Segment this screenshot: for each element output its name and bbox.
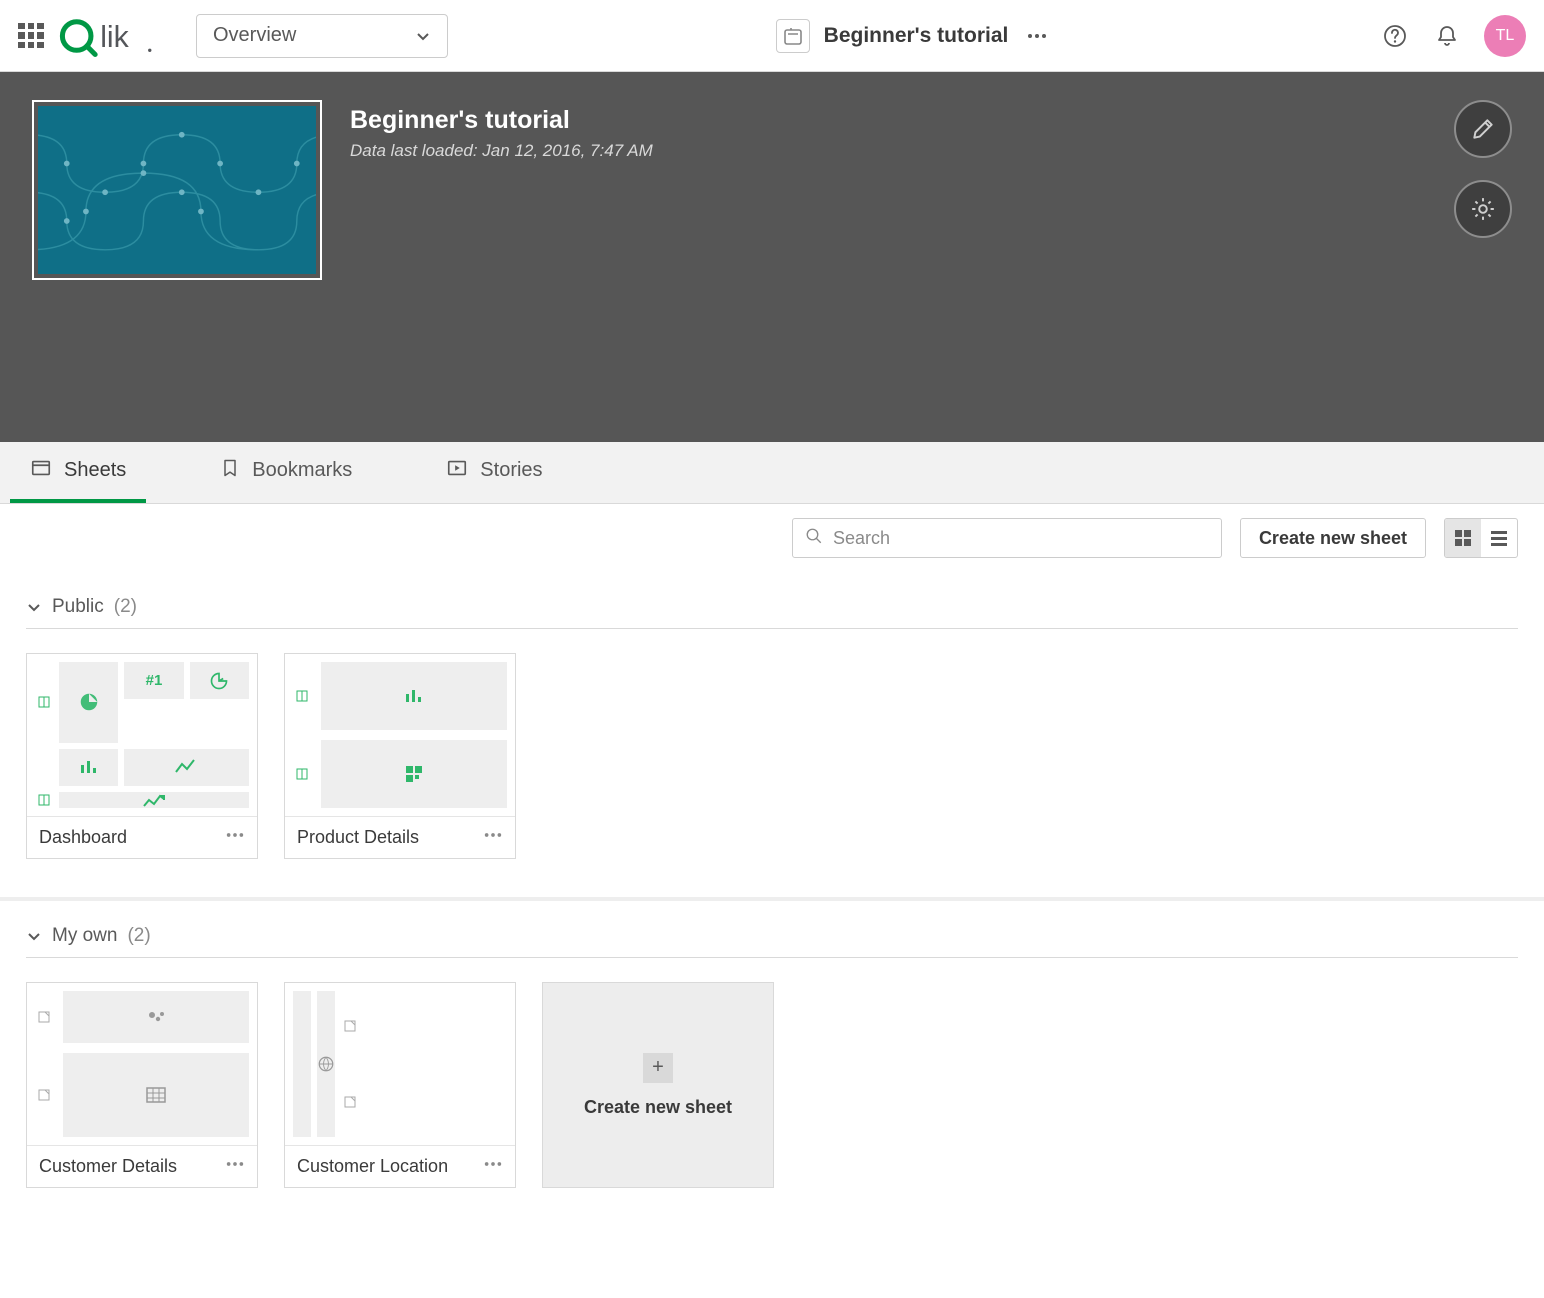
- view-toggle: [1444, 518, 1518, 558]
- app-title: Beginner's tutorial: [824, 24, 1009, 48]
- hero-info: Beginner's tutorial Data last loaded: Ja…: [350, 100, 653, 414]
- topbar-center: Beginner's tutorial: [462, 19, 1366, 53]
- view-selector[interactable]: Overview: [196, 14, 448, 58]
- svg-text:lik: lik: [100, 20, 129, 53]
- card-footer: Customer Details: [27, 1145, 257, 1187]
- chevron-down-icon: [26, 928, 42, 944]
- section-count: (2): [127, 925, 150, 947]
- section-myown-header[interactable]: My own (2): [26, 901, 1518, 958]
- settings-button[interactable]: [1454, 180, 1512, 238]
- card-footer: Customer Location: [285, 1145, 515, 1187]
- card-preview: [27, 983, 257, 1145]
- myown-cards: Customer Details Customer Location: [26, 958, 1518, 1226]
- section-label: Public: [52, 596, 104, 618]
- tab-label: Bookmarks: [252, 459, 352, 482]
- hero-actions: [1454, 100, 1512, 238]
- list-view-button[interactable]: [1481, 519, 1517, 557]
- edit-button[interactable]: [1454, 100, 1512, 158]
- help-icon[interactable]: [1380, 21, 1410, 51]
- tab-label: Sheets: [64, 459, 126, 482]
- avatar[interactable]: TL: [1484, 15, 1526, 57]
- tab-stories[interactable]: Stories: [426, 442, 562, 503]
- sheets-toolbar: Create new sheet: [0, 504, 1544, 572]
- section-public-header[interactable]: Public (2): [26, 572, 1518, 629]
- card-menu-button[interactable]: [225, 825, 245, 850]
- bookmark-icon: [220, 457, 240, 485]
- sheets-icon: [30, 457, 52, 485]
- card-title: Customer Details: [39, 1156, 177, 1177]
- more-actions-button[interactable]: [1022, 21, 1052, 51]
- tab-sheets[interactable]: Sheets: [10, 442, 146, 503]
- hero-title: Beginner's tutorial: [350, 106, 653, 135]
- view-selector-label: Overview: [213, 24, 296, 47]
- app-indicator-icon[interactable]: [776, 19, 810, 53]
- chevron-down-icon: [415, 28, 431, 44]
- topbar-right: TL: [1380, 15, 1526, 57]
- card-preview: #1: [27, 654, 257, 816]
- sheet-card-customer-details[interactable]: Customer Details: [26, 982, 258, 1188]
- card-title: Product Details: [297, 827, 419, 848]
- qlik-logo[interactable]: lik: [58, 15, 176, 57]
- create-sheet-button[interactable]: Create new sheet: [1240, 518, 1426, 558]
- card-menu-button[interactable]: [483, 1154, 503, 1179]
- avatar-initials: TL: [1496, 27, 1515, 45]
- grid-view-button[interactable]: [1445, 519, 1481, 557]
- card-menu-button[interactable]: [483, 825, 503, 850]
- app-thumbnail[interactable]: [32, 100, 322, 280]
- notifications-icon[interactable]: [1432, 21, 1462, 51]
- content-area: Public (2) #1 Dashboard: [0, 572, 1544, 1226]
- plus-icon: +: [643, 1053, 673, 1083]
- section-label: My own: [52, 925, 117, 947]
- card-footer: Dashboard: [27, 816, 257, 858]
- create-sheet-card[interactable]: + Create new sheet: [542, 982, 774, 1188]
- card-title: Dashboard: [39, 827, 127, 848]
- hero-subtitle: Data last loaded: Jan 12, 2016, 7:47 AM: [350, 141, 653, 161]
- public-cards: #1 Dashboard: [26, 629, 1518, 897]
- apps-launcher-icon[interactable]: [18, 23, 44, 49]
- card-menu-button[interactable]: [225, 1154, 245, 1179]
- stories-icon: [446, 457, 468, 485]
- search-box[interactable]: [792, 518, 1222, 558]
- search-icon: [805, 527, 823, 550]
- topbar: lik Overview Beginner's tutorial TL: [0, 0, 1544, 72]
- tab-label: Stories: [480, 459, 542, 482]
- card-footer: Product Details: [285, 816, 515, 858]
- tab-bookmarks[interactable]: Bookmarks: [200, 442, 372, 503]
- kpi-number: #1: [146, 672, 163, 689]
- card-title: Customer Location: [297, 1156, 448, 1177]
- search-input[interactable]: [833, 528, 1209, 549]
- app-hero: Beginner's tutorial Data last loaded: Ja…: [0, 72, 1544, 442]
- sheet-card-customer-location[interactable]: Customer Location: [284, 982, 516, 1188]
- card-preview: [285, 654, 515, 816]
- chevron-down-icon: [26, 599, 42, 615]
- card-preview: [285, 983, 515, 1145]
- section-count: (2): [114, 596, 137, 618]
- sheet-card-dashboard[interactable]: #1 Dashboard: [26, 653, 258, 859]
- sheet-card-product-details[interactable]: Product Details: [284, 653, 516, 859]
- tabs-bar: Sheets Bookmarks Stories: [0, 442, 1544, 504]
- create-card-label: Create new sheet: [584, 1097, 732, 1118]
